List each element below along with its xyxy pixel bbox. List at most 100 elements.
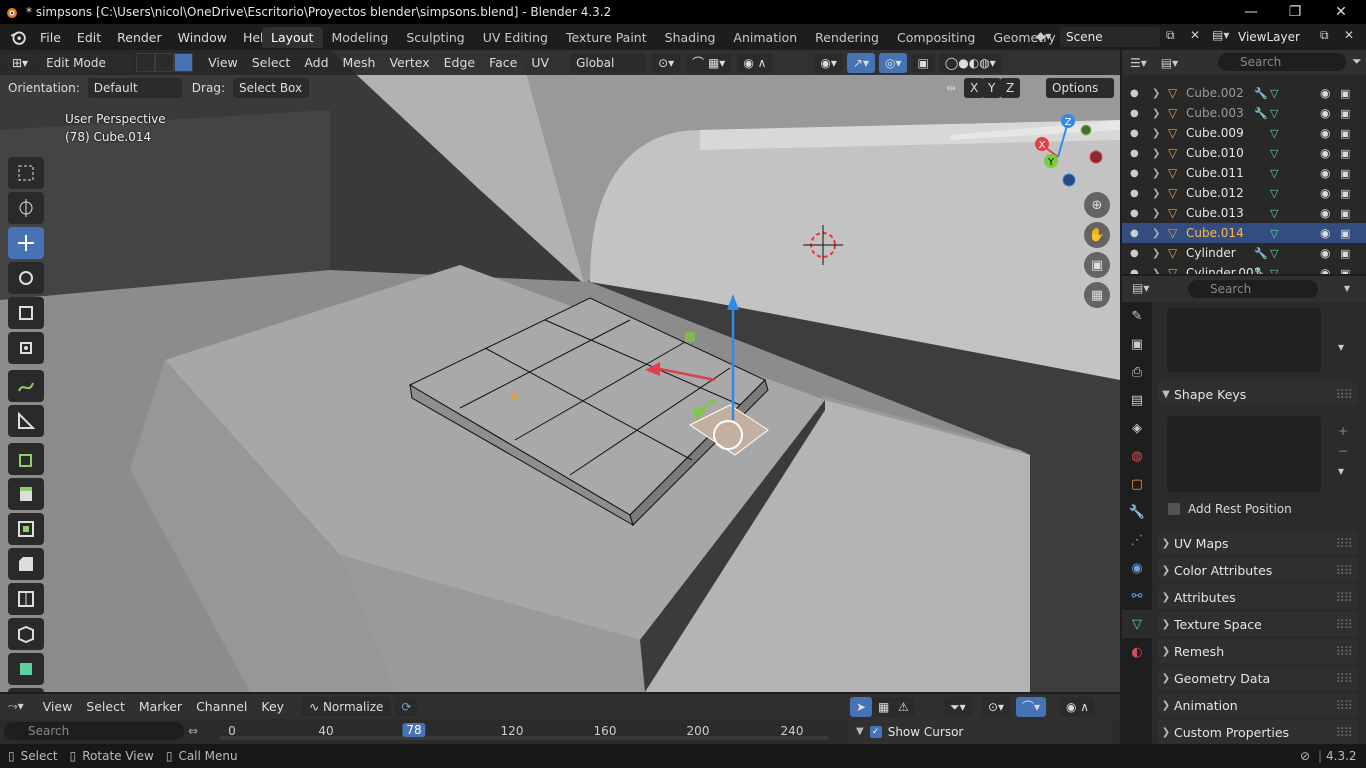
outliner-row[interactable]: ● ❯ ▽ Cube.011 ▽ ◉ ▣	[1122, 163, 1366, 183]
knife-tool-icon[interactable]	[8, 618, 44, 650]
current-frame-indicator[interactable]: 78	[402, 723, 426, 737]
visibility-eye-icon[interactable]: ◉	[1320, 226, 1330, 240]
expand-arrow-icon[interactable]: ❯	[1152, 228, 1160, 239]
shading-modes-icon[interactable]: ◯●◐◍▾	[938, 52, 1002, 73]
blender-menu-icon[interactable]	[10, 29, 26, 45]
render-camera-icon[interactable]: ▣	[1340, 207, 1350, 220]
swap-icon[interactable]: ⇔	[188, 724, 198, 738]
pivot-point-icon[interactable]: ⊙▾	[652, 52, 681, 73]
visibility-eye-icon[interactable]: ◉	[1320, 166, 1330, 180]
menu-select[interactable]: Select	[245, 55, 298, 70]
visibility-eye-icon[interactable]: ◉	[1320, 146, 1330, 160]
expand-arrow-icon[interactable]: ❯	[1152, 168, 1160, 179]
mesh-data-icon[interactable]: ▽	[1270, 87, 1278, 100]
view-layer-field[interactable]: ViewLayer	[1238, 27, 1318, 47]
tl-proportional-icon[interactable]: ◉ ∧	[1060, 696, 1096, 717]
modifier-icon[interactable]: 🔧	[1254, 247, 1268, 260]
spin-tool-icon[interactable]	[8, 688, 44, 692]
mesh-data-icon[interactable]: ▽	[1270, 107, 1278, 120]
mesh-data-icon[interactable]: ▽	[1270, 207, 1278, 220]
filters-icon[interactable]: ⏷▾	[944, 696, 972, 717]
mesh-data-icon[interactable]: ▽	[1270, 267, 1278, 275]
delete-scene-icon[interactable]: ✕	[1190, 28, 1200, 42]
properties-options-icon[interactable]: ▾	[1344, 281, 1350, 295]
scene-field[interactable]: Scene	[1060, 27, 1160, 47]
tab-animation[interactable]: Animation	[724, 27, 806, 48]
particles-tab-icon[interactable]: ⋰	[1122, 526, 1152, 554]
expand-arrow-icon[interactable]: ❯	[1152, 188, 1160, 199]
viewport-scene[interactable]	[0, 50, 1120, 692]
menu-edge[interactable]: Edge	[437, 55, 482, 70]
display-mode-icon[interactable]: ▤▾	[1161, 56, 1178, 70]
timeline-editor-icon[interactable]: ⤳▾	[8, 699, 24, 714]
outliner-item-name[interactable]: Cube.002	[1186, 86, 1244, 100]
vertex-select-icon[interactable]	[136, 53, 156, 72]
minimize-button[interactable]: —	[1228, 0, 1274, 24]
object-tab-icon[interactable]: ▢	[1122, 470, 1152, 498]
new-view-layer-icon[interactable]: ⧉	[1320, 28, 1329, 43]
outliner-row[interactable]: ● ❯ ▽ Cube.003 🔧 ▽ ◉ ▣	[1122, 103, 1366, 123]
outliner-item-name[interactable]: Cube.014	[1186, 226, 1244, 240]
drag-grip-icon[interactable]: ⠿⠿	[1336, 671, 1353, 686]
mesh-data-icon[interactable]: ▽	[1270, 247, 1278, 260]
menu-add[interactable]: Add	[297, 55, 335, 70]
outliner-row[interactable]: ● ❯ ▽ Cube.012 ▽ ◉ ▣	[1122, 183, 1366, 203]
render-camera-icon[interactable]: ▣	[1340, 247, 1350, 260]
measure-tool-icon[interactable]	[8, 405, 44, 437]
transform-orientation-dropdown[interactable]: Global	[570, 52, 647, 73]
outliner-item-name[interactable]: Cube.012	[1186, 186, 1244, 200]
timeline-menu-key[interactable]: Key	[254, 699, 291, 714]
camera-view-icon[interactable]: ▣	[1084, 252, 1110, 278]
expand-arrow-icon[interactable]: ❯	[1152, 88, 1160, 99]
drag-grip-icon[interactable]: ⠿⠿	[1336, 563, 1353, 578]
constraints-tab-icon[interactable]: ⚯	[1122, 582, 1152, 610]
tl-pivot-icon[interactable]: ⊙▾	[982, 696, 1011, 717]
expand-arrow-icon[interactable]: ❯	[1152, 108, 1160, 119]
drag-grip-icon[interactable]: ⠿⠿	[1336, 536, 1353, 551]
delete-view-layer-icon[interactable]: ✕	[1344, 28, 1354, 42]
shape-keys-list[interactable]	[1167, 416, 1321, 492]
select-box-tool-icon[interactable]	[8, 157, 44, 189]
drag-dropdown[interactable]: Select Box	[232, 77, 309, 98]
show-cursor-checkbox[interactable]: ✓	[869, 725, 882, 738]
pan-hand-icon[interactable]: ✋	[1084, 222, 1110, 248]
render-camera-icon[interactable]: ▣	[1340, 267, 1350, 275]
close-button[interactable]: ✕	[1318, 0, 1364, 24]
menu-face[interactable]: Face	[482, 55, 524, 70]
outliner-item-name[interactable]: Cube.003	[1186, 106, 1244, 120]
panel-header[interactable]: ❯ Texture Space ⠿⠿	[1158, 612, 1358, 636]
snap-icon[interactable]: ⌒ ▦▾	[686, 52, 732, 73]
mirror-icon[interactable]: ⇹	[946, 81, 956, 95]
visibility-eye-icon[interactable]: ◉	[1320, 106, 1330, 120]
view-layer-icon[interactable]: ▤▾	[1212, 28, 1229, 42]
edge-select-icon[interactable]	[155, 53, 175, 72]
panel-header[interactable]: ❯ Color Attributes ⠿⠿	[1158, 558, 1358, 582]
tool-tab-icon[interactable]: ✎	[1122, 302, 1152, 330]
filter-icon[interactable]: ⏷	[1352, 54, 1362, 69]
expand-arrow-icon[interactable]: ❯	[1152, 268, 1160, 275]
add-cube-tool-icon[interactable]	[8, 443, 44, 475]
remove-shape-key-icon[interactable]: −	[1338, 444, 1348, 458]
tab-shading[interactable]: Shading	[656, 27, 725, 48]
outliner-row[interactable]: ● ❯ ▽ Cube.013 ▽ ◉ ▣	[1122, 203, 1366, 223]
panel-header[interactable]: ❯ Attributes ⠿⠿	[1158, 585, 1358, 609]
axis-y-button[interactable]: Y	[982, 77, 1002, 98]
only-errors-icon[interactable]: ⚠	[892, 696, 915, 717]
menu-mesh[interactable]: Mesh	[336, 55, 383, 70]
expand-arrow-icon[interactable]: ❯	[1152, 248, 1160, 259]
timeline-menu-view[interactable]: View	[36, 699, 80, 714]
move-tool-icon[interactable]	[8, 227, 44, 259]
outliner-row[interactable]: ● ❯ ▽ Cylinder 🔧 ▽ ◉ ▣	[1122, 243, 1366, 263]
modifier-tab-icon[interactable]: 🔧	[1122, 498, 1152, 526]
world-tab-icon[interactable]: ◍	[1122, 442, 1152, 470]
outliner-item-name[interactable]: Cube.013	[1186, 206, 1244, 220]
drag-grip-icon[interactable]: ⠿⠿	[1336, 698, 1353, 713]
scale-tool-icon[interactable]	[8, 297, 44, 329]
mesh-data-icon[interactable]: ▽	[1270, 187, 1278, 200]
tab-texture-paint[interactable]: Texture Paint	[557, 27, 656, 48]
mesh-data-icon[interactable]: ▽	[1270, 167, 1278, 180]
poly-build-tool-icon[interactable]	[8, 653, 44, 685]
outliner-row[interactable]: ● ❯ ▽ Cube.009 ▽ ◉ ▣	[1122, 123, 1366, 143]
outliner-item-name[interactable]: Cube.011	[1186, 166, 1244, 180]
outliner-row[interactable]: ● ❯ ▽ Cube.002 🔧 ▽ ◉ ▣	[1122, 83, 1366, 103]
